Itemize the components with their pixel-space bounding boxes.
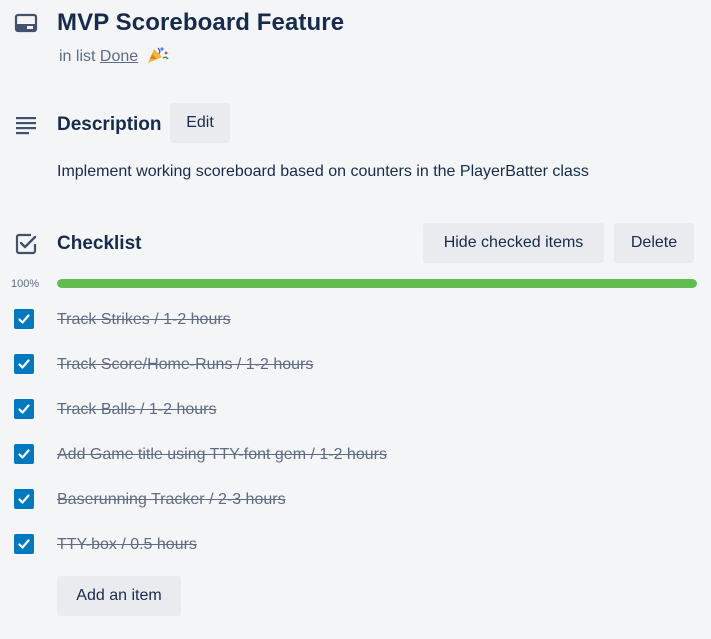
progress-bar	[57, 279, 697, 288]
progress-percentage: 100%	[11, 278, 40, 290]
description-heading: Description	[57, 114, 162, 135]
check-mark-icon	[18, 314, 30, 324]
item-checkbox[interactable]	[14, 309, 34, 329]
item-label[interactable]: Track Score/Home-Runs / 1-2 hours	[57, 354, 313, 376]
description-text[interactable]: Implement working scoreboard based on co…	[57, 161, 589, 183]
item-checkbox[interactable]	[14, 399, 34, 419]
description-lines-icon	[14, 113, 38, 137]
item-label[interactable]: Track Strikes / 1-2 hours	[57, 309, 231, 331]
card-icon	[14, 11, 38, 35]
item-label[interactable]: Add Game title using TTY-font gem / 1-2 …	[57, 444, 387, 466]
edit-description-button[interactable]: Edit	[170, 103, 230, 143]
item-checkbox[interactable]	[14, 444, 34, 464]
delete-checklist-button[interactable]: Delete	[614, 223, 694, 263]
item-checkbox[interactable]	[14, 489, 34, 509]
list-link[interactable]: Done	[100, 48, 138, 65]
item-label[interactable]: Baserunning Tracker / 2-3 hours	[57, 489, 286, 511]
item-label[interactable]: TTY-box / 0.5 hours	[57, 534, 197, 556]
checklist-item: Track Score/Home-Runs / 1-2 hours	[0, 343, 711, 388]
check-mark-icon	[18, 359, 30, 369]
add-item-button[interactable]: Add an item	[57, 576, 181, 616]
checklist-item: Add Game title using TTY-font gem / 1-2 …	[0, 433, 711, 478]
progress-bar-fill	[57, 279, 697, 288]
check-mark-icon	[18, 539, 30, 549]
checklist-icon	[14, 232, 38, 256]
checklist-item: TTY-box / 0.5 hours	[0, 523, 711, 568]
checklist-item: Track Balls / 1-2 hours	[0, 388, 711, 433]
item-label[interactable]: Track Balls / 1-2 hours	[57, 399, 216, 421]
party-popper-icon	[147, 46, 169, 64]
item-checkbox[interactable]	[14, 354, 34, 374]
checklist-heading: Checklist	[57, 233, 142, 254]
checklist-items: Track Strikes / 1-2 hours Track Score/Ho…	[0, 298, 711, 568]
list-prefix: in list	[59, 48, 96, 65]
check-mark-icon	[18, 449, 30, 459]
check-mark-icon	[18, 404, 30, 414]
check-mark-icon	[18, 494, 30, 504]
checklist-item: Baserunning Tracker / 2-3 hours	[0, 478, 711, 523]
card-list-info: in list Done	[59, 46, 169, 68]
checklist-item: Track Strikes / 1-2 hours	[0, 298, 711, 343]
card-title: MVP Scoreboard Feature	[57, 9, 345, 36]
hide-checked-items-button[interactable]: Hide checked items	[423, 223, 604, 263]
item-checkbox[interactable]	[14, 534, 34, 554]
